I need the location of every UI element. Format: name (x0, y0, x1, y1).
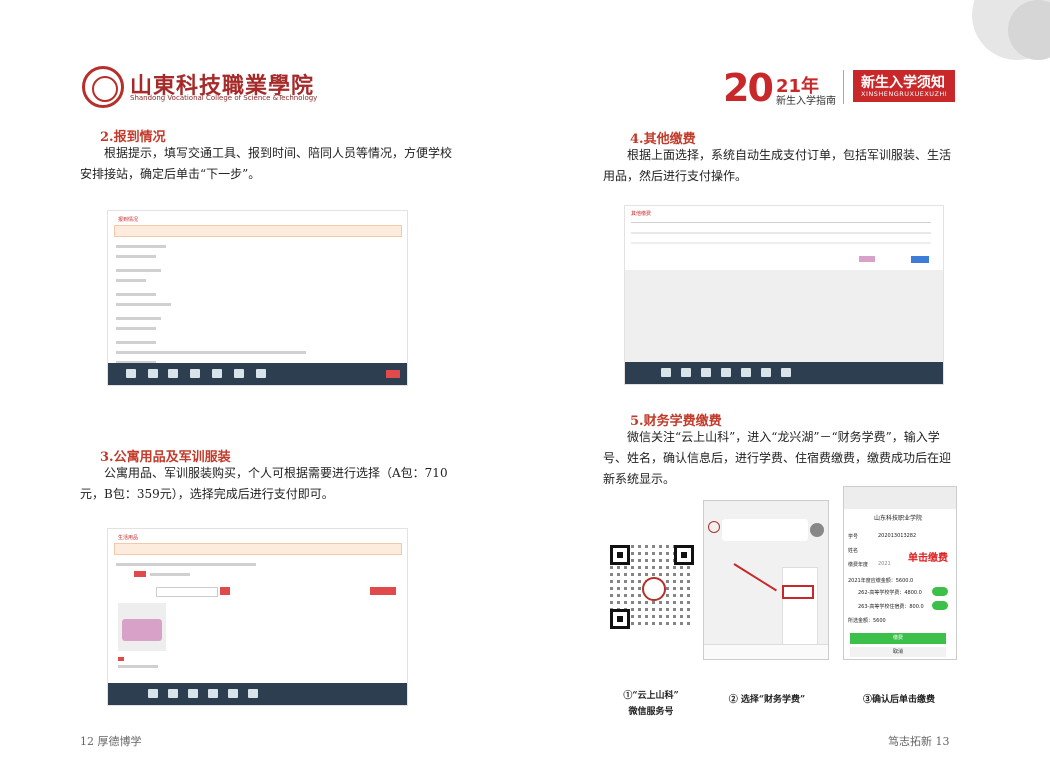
badge-title: 新生入学须知 (861, 75, 945, 91)
dorm-toggle[interactable] (932, 601, 948, 610)
selected-amount: 所选金额：5600 (848, 618, 886, 624)
year-value: 2021 (878, 561, 891, 567)
registration-form-screenshot: 报到情况 (107, 210, 408, 386)
section-4-text: 根据上面选择，系统自动生成支付订单，包括军训服装、生活用品，然后进行支付操作。 (603, 148, 952, 183)
phone-school-name: 山东科技职业学院 (874, 515, 923, 522)
school-name-en: Shandong Vocational College of Science &… (130, 94, 318, 102)
section-5-text: 微信关注“云上山科”，进入“龙兴湖”－“财务学费”，输入学号、姓名，确认信息后，… (603, 430, 952, 486)
guide-subtitle: 新生入学指南 (776, 96, 836, 107)
section-2-text: 根据提示，填写交通工具、报到时间、陪同人员等情况，方便学校安排接站，确定后单击“… (80, 146, 453, 181)
header-divider (843, 70, 844, 104)
footer-left: 12 厚德博学 (80, 735, 142, 748)
footer-right: 笃志拓新 13 (888, 735, 950, 748)
student-no-label: 学号 (848, 534, 859, 540)
fee-item-tuition: 262-高等学校学费：4800.0 (858, 590, 922, 596)
student-no-value: 202013013282 (878, 533, 917, 539)
notice-badge: 新生入学须知 XINSHENGRUXUEXUZHI (853, 70, 955, 102)
click-pay-annotation: 单击缴费 (908, 553, 948, 564)
payment-confirm-screenshot: 山东科技职业学院 学号 202013013282 姓名 缴费年度 2021 单击… (843, 486, 957, 660)
fee-item-dorm: 263-高等学校住宿费：800.0 (858, 604, 924, 610)
caption-1-line2: 微信服务号 (628, 707, 674, 717)
tuition-toggle[interactable] (932, 587, 948, 596)
payment-orders-screenshot: 其他缴费 (624, 205, 944, 385)
caption-2: ② 选择“财务学费” (728, 695, 806, 705)
name-label: 姓名 (848, 548, 859, 554)
caption-1-line1: ①“云上山科” (623, 691, 679, 701)
year-big: 20 (723, 66, 774, 110)
total-amount: 2021年度应缴金额：5600.0 (848, 578, 914, 584)
school-seal-logo (82, 66, 124, 108)
badge-pinyin: XINSHENGRUXUEXUZHI (861, 90, 948, 98)
pay-button[interactable]: 缴费 (850, 633, 946, 644)
shopping-screenshot: 生活用品 (107, 528, 408, 706)
caption-3: ③确认后单击缴费 (862, 695, 935, 705)
year-label: 缴费年度 (848, 562, 869, 568)
wechat-menu-screenshot (703, 500, 829, 660)
cancel-button[interactable]: 取消 (850, 647, 946, 657)
qr-code (610, 545, 694, 629)
section-3-text: 公寓用品、军训服装购买，个人可根据需要进行选择（A包：710元，B包：359元）… (80, 466, 448, 501)
